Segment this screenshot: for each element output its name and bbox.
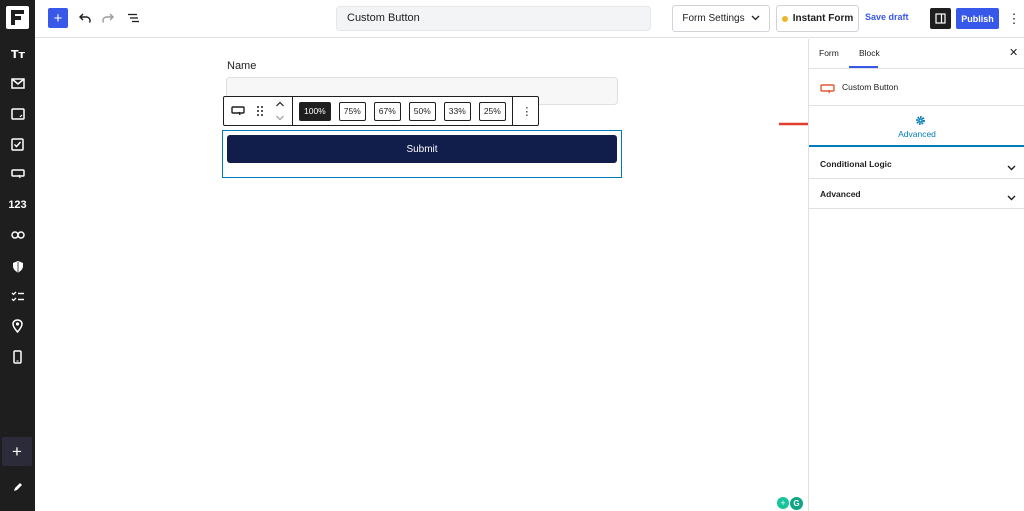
- panel-label: Conditional Logic: [820, 159, 892, 169]
- chevron-down-icon: [1007, 158, 1016, 176]
- move-up-down-icon[interactable]: [274, 100, 286, 122]
- url-block-icon[interactable]: [0, 223, 35, 247]
- sidebar-tabs: Form Block ✕: [809, 39, 1024, 69]
- document-outline-icon[interactable]: [123, 8, 143, 28]
- settings-sidebar: Form Block ✕ Custom Button Advanced Cond…: [808, 39, 1024, 511]
- document-title-field[interactable]: Custom Button: [336, 6, 651, 31]
- checkbox-block-icon[interactable]: [0, 132, 35, 156]
- custom-button-block[interactable]: Submit: [222, 130, 622, 178]
- width-option-33[interactable]: 33%: [443, 101, 471, 121]
- submit-button[interactable]: Submit: [227, 135, 617, 163]
- checklist-block-icon[interactable]: [0, 284, 35, 308]
- block-options-icon[interactable]: ⋮: [519, 101, 535, 121]
- form-settings-label: Form Settings: [682, 13, 745, 24]
- email-block-icon[interactable]: [0, 71, 35, 95]
- app-logo[interactable]: [6, 6, 29, 29]
- instant-form-label: Instant Form: [792, 13, 854, 24]
- width-option-50[interactable]: 50%: [408, 101, 436, 121]
- width-option-100[interactable]: 100%: [299, 101, 331, 121]
- phone-block-icon[interactable]: [0, 345, 35, 369]
- panel-conditional-logic[interactable]: Conditional Logic: [809, 149, 1024, 179]
- publish-button[interactable]: Publish: [956, 8, 999, 29]
- number-block-icon[interactable]: 123: [0, 193, 35, 217]
- textarea-block-icon[interactable]: [0, 102, 35, 126]
- form-settings-button[interactable]: Form Settings: [672, 5, 770, 32]
- instant-form-button[interactable]: Instant Form: [776, 5, 859, 32]
- block-inserter-plus-button[interactable]: +: [48, 8, 68, 28]
- grammarly-g-icon[interactable]: G: [790, 497, 803, 510]
- grammarly-widget[interactable]: + G: [777, 497, 803, 510]
- editor-top-bar: + Custom Button Form Settings Instant Fo…: [35, 0, 1024, 38]
- width-option-25[interactable]: 25%: [478, 101, 506, 121]
- name-field-label: Name: [227, 60, 257, 72]
- svg-text:Tт: Tт: [11, 48, 25, 59]
- drag-handle-icon[interactable]: [252, 101, 268, 121]
- button-block-icon[interactable]: [0, 162, 35, 186]
- active-tab-indicator: [849, 66, 878, 68]
- editor-canvas: Name 100% 75% 67% 50% 33% 25% ⋮ Submit +…: [35, 39, 808, 511]
- button-block-card-icon: [820, 81, 835, 99]
- redo-icon[interactable]: [98, 8, 118, 28]
- width-option-75[interactable]: 75%: [338, 101, 366, 121]
- panel-advanced[interactable]: Advanced: [809, 179, 1024, 209]
- block-card-title: Custom Button: [842, 82, 899, 92]
- width-options-group: 100% 75% 67% 50% 33% 25%: [293, 97, 513, 125]
- panel-label: Advanced: [820, 189, 861, 199]
- text-block-icon[interactable]: Tт: [0, 41, 35, 65]
- settings-panel-toggle-icon[interactable]: [930, 8, 951, 29]
- pen-icon[interactable]: [0, 476, 35, 498]
- block-toolbar-options-group: ⋮: [513, 97, 541, 125]
- form-editor-app: Tт 123 + + Custom Button Form Settings I…: [0, 0, 1024, 511]
- grammarly-plus-icon[interactable]: +: [777, 497, 789, 509]
- add-block-plus-icon[interactable]: +: [2, 437, 32, 466]
- button-block-type-icon[interactable]: [230, 101, 246, 121]
- block-inserter-rail: Tт 123 +: [0, 0, 35, 511]
- block-card: Custom Button: [809, 69, 1024, 106]
- chevron-down-icon: [751, 13, 760, 24]
- status-dot-icon: [781, 15, 788, 22]
- advanced-settings-tab[interactable]: Advanced: [809, 106, 1024, 147]
- tab-form[interactable]: Form: [819, 48, 839, 58]
- advanced-tab-label: Advanced: [898, 129, 936, 139]
- more-options-icon[interactable]: ⋮: [1008, 9, 1021, 29]
- block-toolbar-group-block: [224, 97, 293, 125]
- chevron-down-icon: [1007, 188, 1016, 206]
- width-option-67[interactable]: 67%: [373, 101, 401, 121]
- location-pin-icon[interactable]: [0, 314, 35, 338]
- save-draft-button[interactable]: Save draft: [865, 12, 909, 22]
- shield-icon[interactable]: [0, 254, 35, 278]
- block-toolbar: 100% 75% 67% 50% 33% 25% ⋮: [223, 96, 539, 126]
- close-icon[interactable]: ✕: [1009, 46, 1018, 59]
- tab-block[interactable]: Block: [859, 48, 880, 58]
- undo-icon[interactable]: [75, 8, 95, 28]
